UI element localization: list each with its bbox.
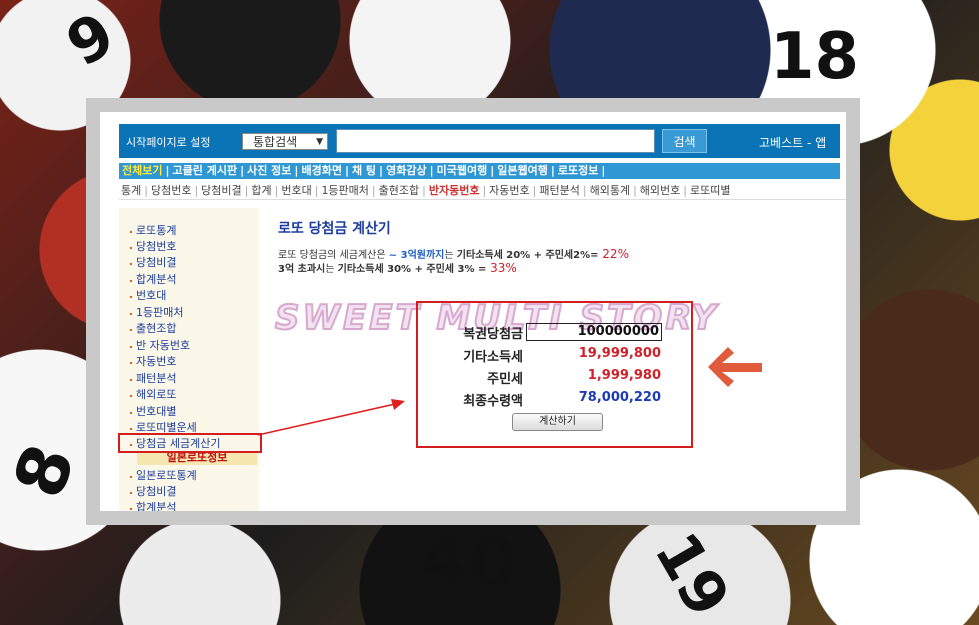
sidebar-item[interactable]: 번호대 [129, 287, 166, 303]
nav-item[interactable]: 영화감상 [383, 164, 429, 177]
set-start-page-link[interactable]: 시작페이지로 설정 [126, 134, 210, 150]
subnav-item[interactable]: 통계 [119, 184, 143, 197]
sidebar-item[interactable]: 당첨비결 [129, 254, 176, 270]
sidebar-item[interactable]: 일본로또통계 [130, 467, 197, 483]
income-tax-row: 기타소득세 19,999,800 [418, 346, 691, 365]
final-amount-label: 최종수령액 [463, 394, 523, 409]
nav-item[interactable]: 고클린 게시판 [170, 164, 241, 177]
nav-item[interactable]: 채 팅 [349, 164, 379, 177]
nav-item[interactable]: 미국웹여행 [434, 164, 491, 177]
subnav-item[interactable]: 당첨번호 [149, 184, 193, 197]
sidebar: 로또통계 당첨번호 당첨비결 합계분석 번호대 1등판매처 출현조합 반 자동번… [119, 208, 259, 511]
ball-number: 40 [416, 515, 521, 607]
search-button[interactable]: 검색 [662, 129, 707, 153]
sidebar-item[interactable]: 로또통계 [129, 222, 176, 238]
subnav-item[interactable]: 출현조합 [377, 184, 421, 197]
nav-item[interactable]: 로또정보 [555, 164, 601, 177]
sidebar-item[interactable]: 출현조합 [129, 320, 176, 336]
sidebar-item[interactable]: 반 자동번호 [129, 337, 190, 353]
search-input[interactable] [336, 129, 655, 153]
subnav-item[interactable]: 로또띠별 [688, 184, 732, 197]
income-tax-value: 19,999,800 [578, 346, 661, 361]
subnav-item[interactable]: 당첨비결 [199, 184, 243, 197]
sidebar-item[interactable]: 해외로또 [129, 386, 176, 402]
lotto-sub-nav: 통계 | 당첨번호 | 당첨비결 | 합계 | 번호대 | 1등판매처 | 출현조합 | 반자동번호 | 자동번… [119, 183, 846, 200]
ball-number: 19 [640, 521, 743, 625]
dropdown-arrow-icon: ▼ [316, 137, 323, 147]
subnav-item[interactable]: 패턴분석 [537, 184, 581, 197]
ball-number: 18 [770, 20, 860, 94]
calculate-button[interactable]: 계산하기 [512, 413, 603, 431]
resident-tax-value: 1,999,980 [587, 368, 661, 383]
sidebar-item[interactable]: 합계분석 [129, 271, 176, 287]
top-search-bar: 시작페이지로 설정 통합검색 ▼ 검색 고베스트 - 앱 [119, 124, 840, 158]
sidebar-item[interactable]: 번호대별 [129, 403, 176, 419]
pointer-arrow-icon [257, 399, 405, 436]
subnav-item-active[interactable]: 반자동번호 [427, 184, 482, 197]
subnav-item[interactable]: 1등판매처 [319, 184, 370, 197]
nav-item[interactable]: 전체보기 [119, 164, 165, 177]
sidebar-highlight-box [118, 433, 262, 453]
subnav-item[interactable]: 해외통계 [588, 184, 632, 197]
page-title: 로또 당첨금 계산기 [278, 221, 391, 237]
nav-item[interactable]: 배경화면 [298, 164, 344, 177]
sidebar-item[interactable]: 당첨번호 [129, 238, 176, 254]
prize-label: 복권당첨금 [463, 327, 523, 342]
resident-tax-row: 주민세 1,999,980 [418, 368, 691, 387]
sidebar-item[interactable]: 패턴분석 [129, 370, 176, 386]
ball-number: 9 [55, 0, 127, 81]
subnav-item[interactable]: 해외번호 [638, 184, 682, 197]
search-scope-select[interactable]: 통합검색 ▼ [242, 133, 328, 150]
final-amount-row: 최종수령액 78,000,220 [418, 390, 691, 409]
final-amount-value: 78,000,220 [578, 390, 661, 405]
subnav-item[interactable]: 번호대 [279, 184, 313, 197]
prize-input[interactable]: 100000000 [526, 323, 662, 341]
resident-tax-label: 주민세 [487, 372, 523, 387]
nav-item[interactable]: 사진 정보 [244, 164, 294, 177]
tax-description-line1: 로또 당첨금의 세금계산은 ~ 3억원까지는 기타소득세 20% + 주민세2%… [278, 247, 629, 261]
left-arrow-icon [708, 347, 762, 387]
subnav-item[interactable]: 자동번호 [487, 184, 531, 197]
brand-link[interactable]: 고베스트 - 앱 [759, 134, 826, 151]
subnav-item[interactable]: 합계 [249, 184, 273, 197]
sidebar-item[interactable]: 당첨비결 [129, 483, 176, 499]
sidebar-item[interactable]: 자동번호 [129, 353, 176, 369]
income-tax-label: 기타소득세 [463, 350, 523, 365]
tax-description-line2: 3억 초과시는 기타소득세 30% + 주민세 3% = 33% [278, 261, 517, 275]
ball-number: 8 [0, 434, 92, 508]
sidebar-section-title: 일본로또정보 [137, 451, 257, 465]
sidebar-item[interactable]: 합계분석 [129, 499, 176, 511]
nav-item[interactable]: 일본웹여행 [494, 164, 551, 177]
web-page: 시작페이지로 설정 통합검색 ▼ 검색 고베스트 - 앱 전체보기 | 고클린 게시… [100, 112, 846, 511]
main-nav: 전체보기 | 고클린 게시판 | 사진 정보 | 배경화면 | 채 팅 | 영화감상 | 미국웹여행 | 일… [119, 163, 840, 179]
tax-calculator-box: 복권당첨금 100000000 기타소득세 19,999,800 주민세 1,9… [416, 301, 693, 448]
search-scope-value: 통합검색 [253, 135, 298, 149]
sidebar-item[interactable]: 1등판매처 [129, 304, 183, 320]
prize-row: 복권당첨금 100000000 [418, 323, 691, 342]
